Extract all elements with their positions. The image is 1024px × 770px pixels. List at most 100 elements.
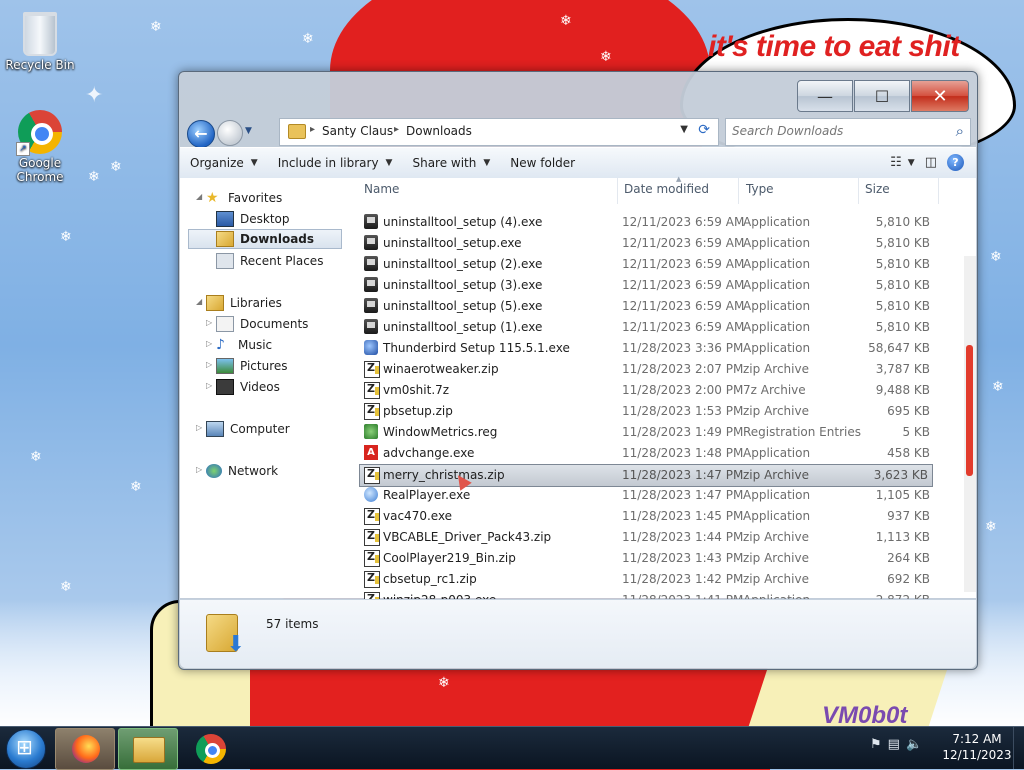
chevron-down-icon: ▼	[483, 158, 491, 168]
maximize-button[interactable]: ☐	[854, 80, 910, 112]
clock-time: 7:12 AM	[952, 732, 1002, 746]
close-button[interactable]: ✕	[911, 80, 969, 112]
nav-pictures[interactable]: Pictures	[216, 356, 288, 376]
expand-arrow-icon[interactable]: ▷	[206, 381, 212, 390]
nav-desktop[interactable]: Desktop	[216, 209, 290, 229]
table-row[interactable]: pbsetup.zip 11/28/2023 1:53 PMzip Archive…	[360, 401, 934, 422]
table-row[interactable]: VBCABLE_Driver_Pack43.zip 11/28/2023 1:44…	[360, 527, 934, 548]
back-button[interactable]: ←	[187, 120, 215, 148]
desktop-icon	[216, 211, 234, 227]
tray-network-icon[interactable]: ▤	[888, 737, 900, 752]
minimize-button[interactable]: —	[797, 80, 853, 112]
expand-arrow-icon[interactable]: ◢	[196, 297, 202, 306]
file-type: zip Archive	[743, 468, 809, 482]
forward-button[interactable]	[217, 120, 243, 146]
file-type: Registration Entries	[743, 425, 861, 439]
nav-network[interactable]: Network	[206, 461, 278, 481]
address-dropdown-icon[interactable]: ▼	[680, 124, 688, 135]
column-divider[interactable]	[858, 178, 859, 204]
recent-pages-dropdown[interactable]: ▼	[245, 126, 252, 136]
file-date: 12/11/2023 6:59 AM	[622, 278, 745, 292]
column-header-size[interactable]: Size	[865, 182, 890, 196]
table-row[interactable]: vm0shit.7z 11/28/2023 2:00 PM7z Archive 9,…	[360, 380, 934, 401]
scrollbar-thumb[interactable]	[966, 345, 973, 476]
table-row[interactable]: uninstalltool_setup.exe 12/11/2023 6:59 A…	[360, 233, 934, 254]
table-row[interactable]: vac470.exe 11/28/2023 1:45 PMApplication 9…	[360, 506, 934, 527]
column-header-name[interactable]: Name	[364, 182, 399, 196]
nav-downloads[interactable]: Downloads	[188, 229, 342, 249]
breadcrumb-separator[interactable]: ▸	[394, 124, 399, 135]
table-row[interactable]: uninstalltool_setup (5).exe 12/11/2023 6:…	[360, 296, 934, 317]
firefox-icon	[72, 735, 100, 763]
table-row[interactable]: CoolPlayer219_Bin.zip 11/28/2023 1:43 PMz…	[360, 548, 934, 569]
table-row[interactable]: uninstalltool_setup (4).exe 12/11/2023 6:…	[360, 212, 934, 233]
tray-flag-icon[interactable]: ⚑	[870, 737, 882, 752]
expand-arrow-icon[interactable]: ▷	[206, 339, 212, 348]
nav-music[interactable]: ♪ Music	[216, 335, 272, 355]
table-row[interactable]: Aadvchange.exe 11/28/2023 1:48 PM Applicat…	[360, 443, 934, 464]
change-view-icon[interactable]: ☷	[890, 155, 902, 170]
taskbar-firefox[interactable]	[55, 728, 115, 770]
table-row[interactable]: WindowMetrics.reg 11/28/2023 1:49 PM Regis…	[360, 422, 934, 443]
column-header-date-modified[interactable]: Date modified	[624, 182, 709, 196]
tray-volume-icon[interactable]: 🔈	[906, 737, 922, 752]
nav-documents[interactable]: Documents	[216, 314, 308, 334]
breadcrumb-santy-claus[interactable]: Santy Claus	[322, 124, 393, 138]
table-row[interactable]: merry_christmas.zip 11/28/2023 1:47 PMzip…	[359, 464, 933, 487]
expand-arrow-icon[interactable]: ▷	[206, 360, 212, 369]
help-icon[interactable]: ?	[947, 154, 964, 171]
preview-pane-icon[interactable]: ◫	[925, 155, 937, 170]
desktop-icon-google-chrome[interactable]: ↗ Google Chrome	[0, 110, 80, 184]
include-in-library-button[interactable]: Include in library ▼	[268, 156, 403, 170]
breadcrumb-downloads[interactable]: Downloads	[406, 124, 472, 138]
column-divider[interactable]	[738, 178, 739, 204]
organize-button[interactable]: Organize ▼	[180, 156, 268, 170]
table-row[interactable]: cbsetup_rc1.zip 11/28/2023 1:42 PMzip Arc…	[360, 569, 934, 590]
table-row[interactable]: uninstalltool_setup (1).exe 12/11/2023 6:…	[360, 317, 934, 338]
nav-recent-places[interactable]: Recent Places	[216, 251, 323, 271]
nav-computer[interactable]: Computer	[206, 419, 290, 439]
file-type: Application	[743, 299, 811, 313]
expand-arrow-icon[interactable]: ▷	[196, 423, 202, 432]
table-row[interactable]: uninstalltool_setup (2).exe 12/11/2023 6:…	[360, 254, 934, 275]
desktop-icon-recycle-bin[interactable]: Recycle Bin	[0, 4, 80, 72]
file-type: zip Archive	[743, 551, 809, 565]
star-icon: ✦	[85, 83, 104, 108]
table-row[interactable]: winaerotweaker.zip 11/28/2023 2:07 PMzip …	[360, 359, 934, 380]
file-zip-icon	[364, 571, 380, 588]
file-zip-icon	[364, 550, 380, 567]
table-row[interactable]: RealPlayer.exe 11/28/2023 1:47 PM Applicat…	[360, 485, 934, 506]
snowflake-icon: ❄	[438, 675, 450, 691]
search-input[interactable]	[726, 119, 938, 143]
expand-arrow-icon[interactable]: ▷	[196, 465, 202, 474]
start-button[interactable]	[6, 729, 46, 769]
column-header-type[interactable]: Type	[746, 182, 774, 196]
table-row[interactable]: uninstalltool_setup (3).exe 12/11/2023 6:…	[360, 275, 934, 296]
clock[interactable]: 7:12 AM 12/11/2023	[940, 731, 1014, 763]
breadcrumb-separator[interactable]: ▸	[310, 124, 315, 135]
nav-favorites[interactable]: ★ Favorites	[206, 188, 282, 208]
taskbar-explorer[interactable]	[118, 728, 178, 770]
file-name: merry_christmas.zip	[383, 468, 505, 482]
table-row[interactable]: Thunderbird Setup 115.5.1.exe 11/28/2023 …	[360, 338, 934, 359]
chrome-icon: ↗	[16, 110, 62, 156]
column-divider[interactable]	[617, 178, 618, 204]
refresh-icon[interactable]: ⟳	[698, 122, 710, 138]
show-desktop-button[interactable]	[1013, 727, 1024, 769]
file-name: advchange.exe	[383, 446, 475, 460]
address-bar[interactable]: ▸ Santy Claus ▸ Downloads ▼ ⟳	[279, 118, 719, 146]
new-folder-button[interactable]: New folder	[500, 156, 585, 170]
share-with-button[interactable]: Share with ▼	[402, 156, 500, 170]
nav-videos[interactable]: Videos	[216, 377, 280, 397]
search-icon[interactable]: ⌕	[956, 122, 964, 140]
vertical-scrollbar[interactable]	[964, 256, 976, 592]
explorer-window[interactable]: — ☐ ✕ ← ▼ ▸ Santy Claus ▸ Downloads ▼ ⟳ …	[178, 71, 978, 670]
nav-libraries[interactable]: Libraries	[206, 293, 282, 313]
file-date: 12/11/2023 6:59 AM	[622, 215, 745, 229]
search-box[interactable]: ⌕	[725, 118, 971, 146]
taskbar-chrome[interactable]	[181, 728, 241, 770]
column-divider[interactable]	[938, 178, 939, 204]
chevron-down-icon[interactable]: ▼	[908, 158, 915, 168]
expand-arrow-icon[interactable]: ▷	[206, 318, 212, 327]
expand-arrow-icon[interactable]: ◢	[196, 192, 202, 201]
